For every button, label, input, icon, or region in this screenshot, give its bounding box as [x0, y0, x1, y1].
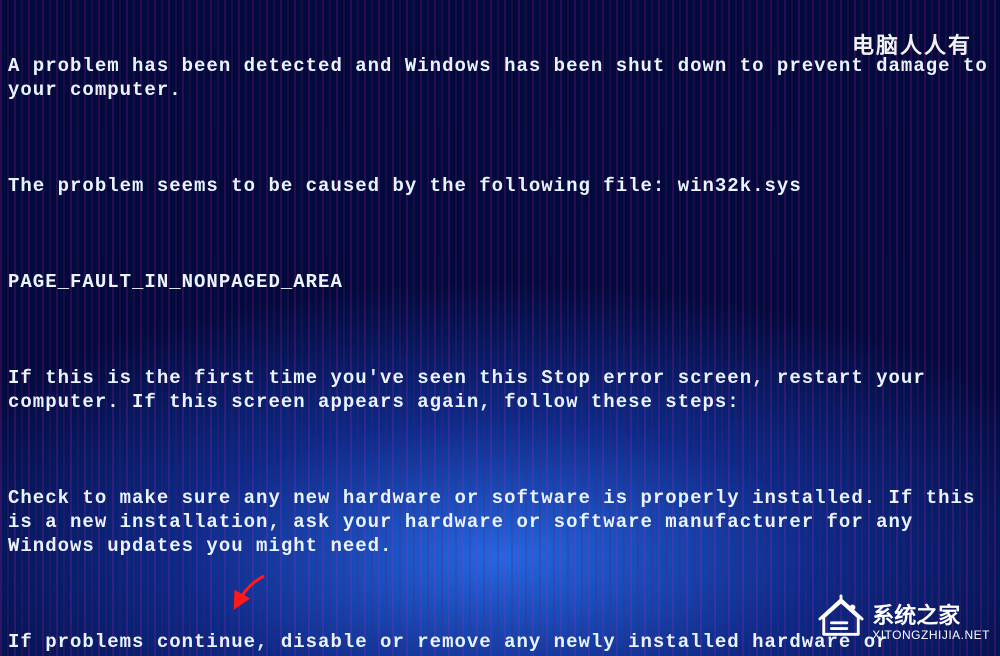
bsod-intro: A problem has been detected and Windows … — [8, 54, 992, 102]
bsod-error-code: PAGE_FAULT_IN_NONPAGED_AREA — [8, 270, 992, 294]
bsod-advice-2: Check to make sure any new hardware or s… — [8, 486, 992, 558]
bsod-advice-1: If this is the first time you've seen th… — [8, 366, 992, 414]
bsod-cause: The problem seems to be caused by the fo… — [8, 174, 992, 198]
house-logo-icon — [818, 594, 864, 646]
watermark-bottom: 系统之家 XITONGZHIJIA.NET — [818, 594, 990, 646]
watermark-cn: 系统之家 — [872, 603, 960, 628]
watermark-top: 电脑人人有 — [852, 28, 972, 60]
watermark-url: XITONGZHIJIA.NET — [872, 628, 990, 642]
bsod-screen: A problem has been detected and Windows … — [0, 0, 1000, 656]
